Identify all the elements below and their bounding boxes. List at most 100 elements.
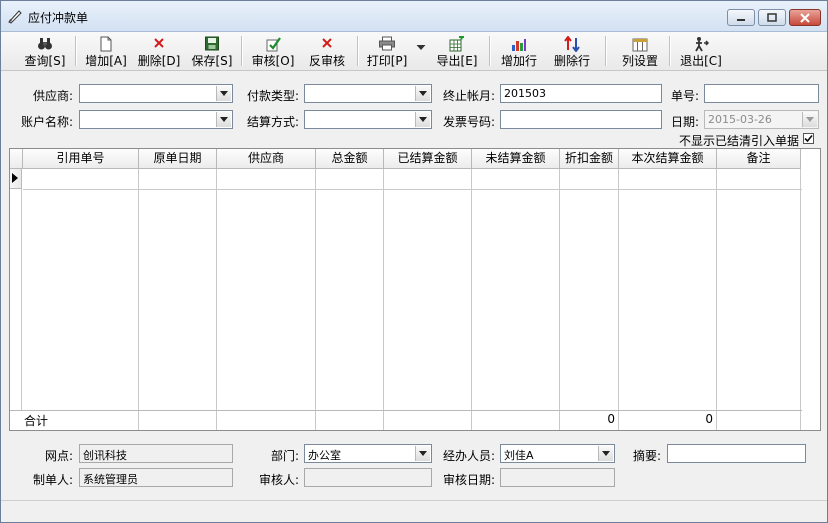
maximize-button[interactable] bbox=[758, 9, 786, 26]
audit-stamp-icon bbox=[266, 37, 281, 52]
pen-feather-icon bbox=[7, 8, 23, 24]
column-settings-icon bbox=[632, 38, 648, 52]
grid-column-line bbox=[559, 169, 560, 430]
add-button[interactable]: 增加[A] bbox=[81, 33, 131, 69]
print-dropdown-button[interactable] bbox=[413, 33, 429, 69]
date-label: 日期: bbox=[670, 115, 699, 129]
invoice-no-label: 发票号码: bbox=[442, 115, 495, 129]
minimize-icon bbox=[737, 18, 745, 21]
delete-button[interactable]: 删除[D] bbox=[133, 33, 185, 69]
column-header[interactable]: 已结算金额 bbox=[384, 149, 472, 169]
settlement-method-label: 结算方式: bbox=[246, 115, 299, 129]
row-header-corner bbox=[10, 149, 23, 169]
doc-no-input[interactable] bbox=[704, 84, 819, 103]
exit-door-icon bbox=[695, 37, 709, 52]
creator-label: 制单人: bbox=[32, 473, 73, 487]
query-button[interactable]: 查询[S] bbox=[19, 33, 71, 69]
title-bar: 应付冲款单 bbox=[1, 1, 827, 32]
toolbar-separator bbox=[357, 36, 359, 66]
grid-column-line bbox=[315, 169, 316, 430]
grid-column-line bbox=[471, 169, 472, 430]
creator-field: 系统管理员 bbox=[79, 468, 233, 487]
toolbar-separator bbox=[75, 36, 77, 66]
current-row-arrow-icon bbox=[12, 173, 18, 183]
chevron-down-icon bbox=[416, 45, 426, 50]
main-window: 应付冲款单 查询[S] 增加[A] 删除[D] 保存[S] 审核[O] 反审核 … bbox=[0, 0, 828, 523]
end-period-label: 终止帐月: bbox=[442, 89, 495, 103]
handler-label: 经办人员: bbox=[442, 449, 495, 463]
chevron-down-icon bbox=[216, 112, 231, 127]
totals-discount: 0 bbox=[607, 412, 615, 426]
supplier-select[interactable] bbox=[79, 84, 233, 103]
checkmark-icon bbox=[804, 134, 813, 143]
add-row-button[interactable]: 增加行 bbox=[495, 33, 543, 69]
column-header[interactable]: 本次结算金额 bbox=[619, 149, 717, 169]
column-header[interactable]: 原单日期 bbox=[139, 149, 217, 169]
account-name-label: 账户名称: bbox=[20, 115, 73, 129]
hide-settled-label: 不显示已结清引入单据 bbox=[678, 134, 799, 148]
chevron-down-icon bbox=[598, 446, 613, 461]
grid-column-line bbox=[383, 169, 384, 430]
close-button[interactable] bbox=[789, 9, 821, 26]
grid-column-line bbox=[716, 169, 717, 430]
binoculars-icon bbox=[38, 38, 52, 50]
audit-date-label: 审核日期: bbox=[442, 473, 495, 487]
column-header[interactable]: 供应商 bbox=[217, 149, 316, 169]
unaudit-button[interactable]: 反审核 bbox=[303, 33, 351, 69]
chevron-down-icon bbox=[415, 446, 430, 461]
column-header[interactable]: 折扣金额 bbox=[560, 149, 619, 169]
column-header[interactable]: 引用单号 bbox=[23, 149, 139, 169]
summary-label: 摘要: bbox=[632, 449, 661, 463]
red-x-icon bbox=[154, 38, 164, 48]
red-x-icon bbox=[322, 38, 332, 48]
row-indicator[interactable] bbox=[10, 169, 22, 189]
column-header[interactable]: 备注 bbox=[717, 149, 801, 169]
minimize-button[interactable] bbox=[727, 9, 755, 26]
toolbar-separator bbox=[241, 36, 243, 66]
sort-arrows-icon bbox=[564, 36, 580, 52]
status-bar bbox=[1, 500, 827, 522]
column-header[interactable]: 未结算金额 bbox=[472, 149, 560, 169]
toolbar-separator bbox=[669, 36, 671, 66]
settlement-method-select[interactable] bbox=[304, 110, 432, 129]
date-picker[interactable]: 2015-03-26 bbox=[704, 110, 819, 129]
print-button[interactable]: 打印[P] bbox=[363, 33, 411, 69]
export-button[interactable]: 导出[E] bbox=[431, 33, 483, 69]
floppy-disk-icon bbox=[205, 36, 219, 51]
save-button[interactable]: 保存[S] bbox=[187, 33, 237, 69]
toolbar-separator bbox=[605, 36, 607, 66]
invoice-no-input[interactable] bbox=[500, 110, 662, 129]
grid-column-line bbox=[138, 169, 139, 430]
auditor-label: 审核人: bbox=[258, 473, 299, 487]
auditor-field bbox=[304, 468, 432, 487]
totals-label: 合计 bbox=[24, 414, 49, 428]
branch-field: 创讯科技 bbox=[79, 444, 233, 463]
grid-column-line bbox=[618, 169, 619, 430]
spreadsheet-export-icon bbox=[449, 36, 464, 52]
row-indicator-empty bbox=[10, 189, 22, 411]
hide-settled-checkbox[interactable] bbox=[803, 133, 814, 144]
toolbar-separator bbox=[489, 36, 491, 66]
bar-chart-add-icon bbox=[512, 39, 526, 51]
settlement-grid[interactable]: 引用单号 原单日期 供应商 总金额 已结算金额 未结算金额 折扣金额 本次结算金… bbox=[9, 148, 821, 431]
grid-column-line bbox=[216, 169, 217, 430]
department-label: 部门: bbox=[270, 449, 299, 463]
exit-button[interactable]: 退出[C] bbox=[675, 33, 727, 69]
department-select[interactable]: 办公室 bbox=[304, 444, 432, 463]
totals-settlement: 0 bbox=[705, 412, 713, 426]
summary-input[interactable] bbox=[667, 444, 806, 463]
window-title: 应付冲款单 bbox=[28, 11, 89, 25]
close-icon bbox=[800, 12, 810, 23]
account-name-select[interactable] bbox=[79, 110, 233, 129]
column-header[interactable]: 总金额 bbox=[316, 149, 384, 169]
handler-select[interactable]: 刘佳A bbox=[500, 444, 615, 463]
end-period-input[interactable]: 201503 bbox=[500, 84, 662, 103]
maximize-icon bbox=[767, 13, 777, 22]
payment-type-select[interactable] bbox=[304, 84, 432, 103]
audit-button[interactable]: 审核[O] bbox=[247, 33, 299, 69]
chevron-down-icon bbox=[802, 112, 817, 127]
delete-row-button[interactable]: 删除行 bbox=[547, 33, 597, 69]
column-settings-button[interactable]: 列设置 bbox=[615, 33, 665, 69]
branch-label: 网点: bbox=[44, 449, 73, 463]
toolbar: 查询[S] 增加[A] 删除[D] 保存[S] 审核[O] 反审核 打印[P] … bbox=[1, 32, 827, 71]
